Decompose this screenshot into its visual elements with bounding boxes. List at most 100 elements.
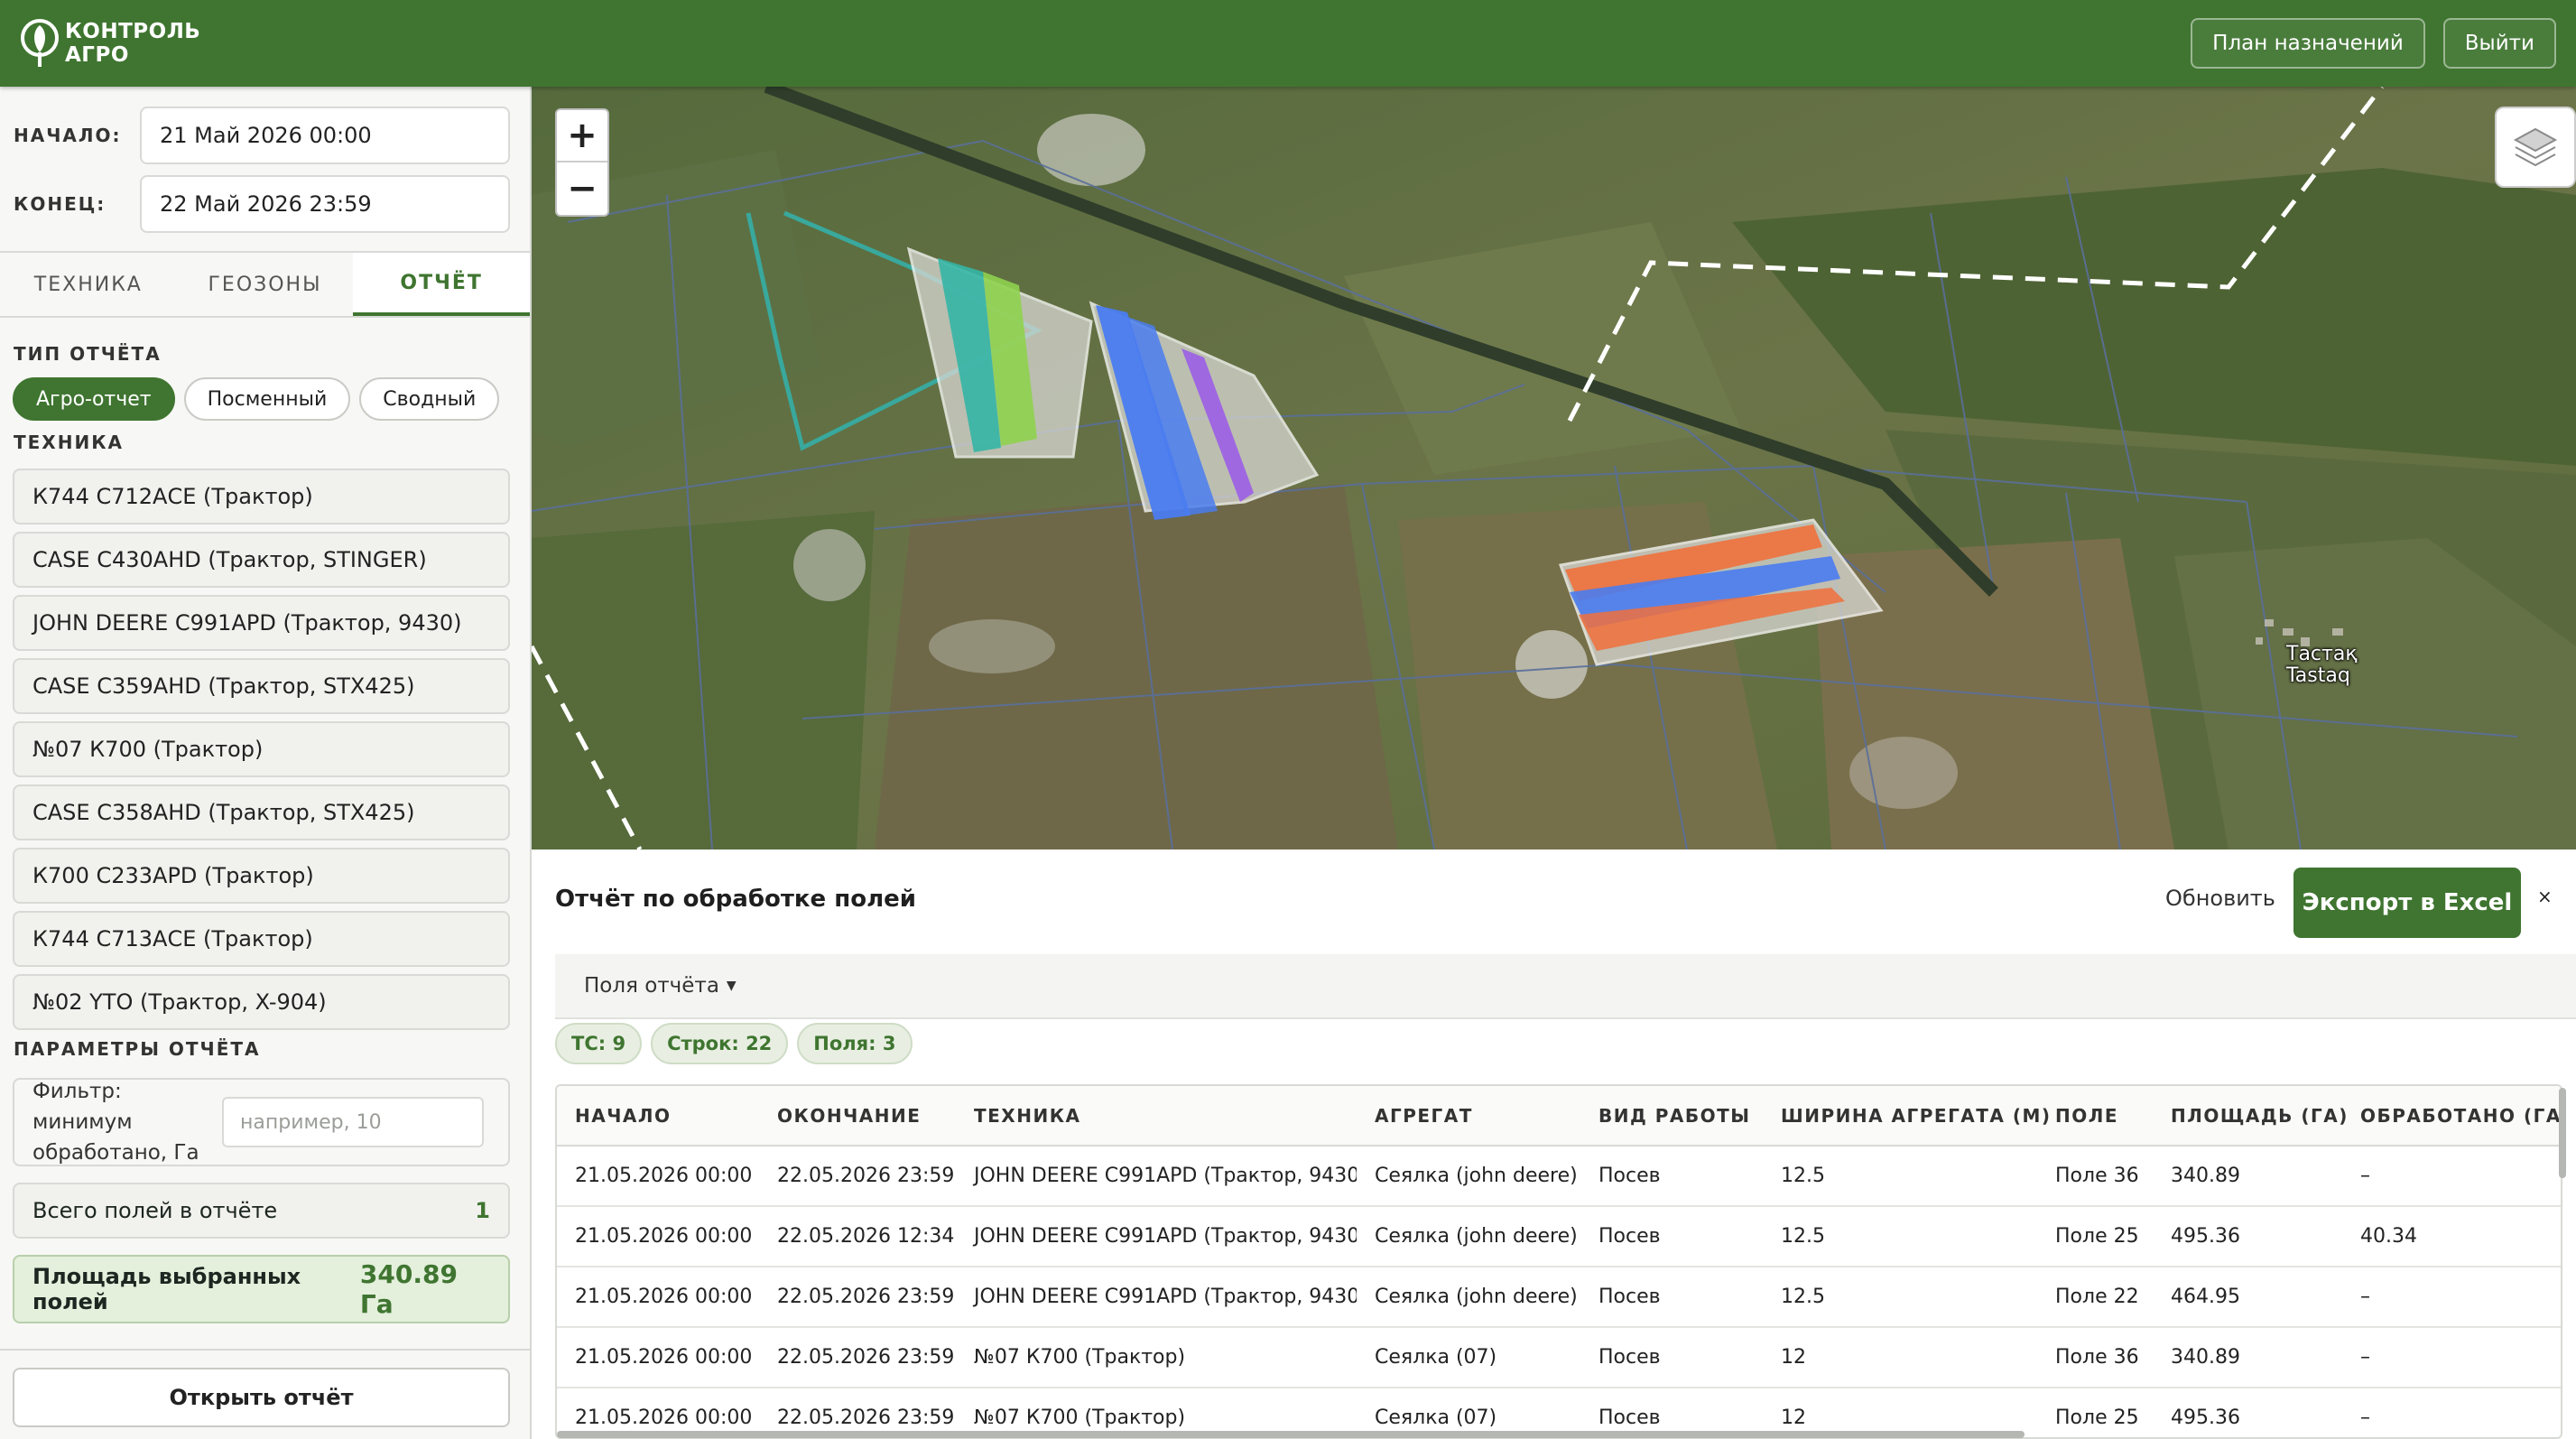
table-row[interactable]: 21.05.2026 00:00 22.05.2026 23:59 №07 К7… (557, 1327, 2561, 1388)
table-cell: Поле 36 (2037, 1146, 2153, 1207)
table-cell: – (2342, 1146, 2561, 1207)
chip-shift-report[interactable]: Посменный (183, 377, 351, 421)
total-fields-box: Всего полей в отчёте 1 (13, 1183, 510, 1239)
report-fields-dropdown[interactable]: Поля отчёта ▼ (555, 954, 2576, 1019)
vehicle-item[interactable]: №02 YTO (Трактор, X-904) (13, 974, 510, 1030)
fields-count-badge: Поля: 3 (797, 1023, 913, 1064)
column-header[interactable]: АГРЕГАТ (1357, 1086, 1580, 1147)
sidebar-divider (0, 1349, 530, 1351)
total-fields-value: 1 (475, 1198, 490, 1223)
vehicle-list: К744 С712АСЕ (Трактор) CASE C430AHD (Тра… (13, 469, 510, 1037)
end-date-label: КОНЕЦ: (14, 193, 107, 215)
table-cell: Посев (1580, 1206, 1763, 1267)
column-header[interactable]: ПОЛЕ (2037, 1086, 2153, 1147)
table-row[interactable]: 21.05.2026 00:00 22.05.2026 23:59 JOHN D… (557, 1146, 2561, 1207)
sidebar: НАЧАЛО: 21 Май 2026 00:00 КОНЕЦ: 22 Май … (0, 87, 532, 1439)
open-report-button[interactable]: Открыть отчёт (13, 1368, 510, 1427)
table-cell: 464.95 (2153, 1267, 2342, 1328)
vehicle-item[interactable]: К744 С713АСЕ (Трактор) (13, 911, 510, 967)
column-header[interactable]: ПЛОЩАДЬ (ГА) (2153, 1086, 2347, 1147)
table-cell: – (2342, 1327, 2561, 1388)
table-cell: 12.5 (1763, 1146, 2037, 1207)
total-fields-label: Всего полей в отчёте (32, 1198, 278, 1223)
table-cell: 495.36 (2153, 1388, 2342, 1437)
report-table: НАЧАЛО ОКОНЧАНИЕ ТЕХНИКА АГРЕГАТ ВИД РАБ… (557, 1086, 2561, 1437)
report-title: Отчёт по обработке полей (555, 886, 916, 913)
column-header[interactable]: ОБРАБОТАНО (ГА) (2342, 1086, 2561, 1147)
map-place-label: Тастақ Tastaq (2286, 644, 2358, 687)
column-header[interactable]: ОКОНЧАНИЕ (759, 1086, 956, 1147)
table-cell: Поле 36 (2037, 1327, 2153, 1388)
start-date-input[interactable]: 21 Май 2026 00:00 (140, 107, 510, 164)
table-cell: Сеялка (john deere) (1357, 1146, 1580, 1207)
min-processed-input[interactable] (222, 1097, 484, 1147)
table-row[interactable]: 21.05.2026 00:00 22.05.2026 23:59 JOHN D… (557, 1267, 2561, 1328)
zoom-out-button[interactable]: − (557, 162, 607, 215)
tab-vehicles[interactable]: ТЕХНИКА (0, 253, 177, 316)
table-cell: Сеялка (john deere) (1357, 1206, 1580, 1267)
plan-button[interactable]: План назначений (2191, 18, 2425, 69)
vehicle-item[interactable]: CASE C430AHD (Трактор, STINGER) (13, 532, 510, 588)
refresh-button[interactable]: Обновить (2165, 886, 2275, 911)
report-badges: ТС: 9 Строк: 22 Поля: 3 (555, 1023, 913, 1064)
vehicle-item[interactable]: К744 С712АСЕ (Трактор) (13, 469, 510, 525)
export-excel-button[interactable]: Экспорт в Excel (2293, 868, 2521, 938)
vertical-scrollbar[interactable] (2559, 1088, 2566, 1178)
selected-area-label: Площадь выбранных полей (32, 1264, 301, 1314)
chip-summary-report[interactable]: Сводный (359, 377, 500, 421)
table-cell: Поле 22 (2037, 1267, 2153, 1328)
vehicles-count-badge: ТС: 9 (555, 1023, 643, 1064)
table-cell: 21.05.2026 00:00 (557, 1206, 759, 1267)
column-header[interactable]: ШИРИНА АГРЕГАТА (М) (1763, 1086, 2050, 1147)
column-header[interactable]: НАЧАЛО (557, 1086, 759, 1147)
table-cell: 12.5 (1763, 1267, 2037, 1328)
table-cell: 21.05.2026 00:00 (557, 1327, 759, 1388)
table-cell: Сеялка (john deere) (1357, 1267, 1580, 1328)
report-type-chips: Агро-отчет Посменный Сводный (13, 377, 500, 421)
table-cell: Сеялка (07) (1357, 1327, 1580, 1388)
column-header[interactable]: ВИД РАБОТЫ (1580, 1086, 1763, 1147)
end-date-input[interactable]: 22 Май 2026 23:59 (140, 175, 510, 233)
report-params-title: ПАРАМЕТРЫ ОТЧЁТА (14, 1038, 261, 1060)
close-report-button[interactable]: × (2537, 886, 2553, 907)
vehicles-title: ТЕХНИКА (14, 432, 125, 453)
selected-area-value: 340.89 Га (359, 1259, 458, 1319)
table-cell: – (2342, 1267, 2561, 1328)
report-table-container[interactable]: НАЧАЛО ОКОНЧАНИЕ ТЕХНИКА АГРЕГАТ ВИД РАБ… (555, 1084, 2562, 1439)
satellite-map[interactable]: + − Тастақ Tastaq (532, 87, 2576, 849)
end-date-row: КОНЕЦ: 22 Май 2026 23:59 (14, 175, 510, 233)
logout-button[interactable]: Выйти (2442, 18, 2556, 69)
rows-count-badge: Строк: 22 (651, 1023, 789, 1064)
map-canvas[interactable] (532, 87, 2576, 849)
zoom-in-button[interactable]: + (557, 110, 607, 162)
table-cell: 22.05.2026 12:34 (759, 1206, 956, 1267)
selected-area-box: Площадь выбранных полей 340.89 Га (13, 1255, 510, 1323)
vehicle-item[interactable]: JOHN DEERE C991APD (Трактор, 9430) (13, 595, 510, 651)
report-fields-label: Поля отчёта (584, 974, 719, 998)
table-cell: 21.05.2026 00:00 (557, 1146, 759, 1207)
vehicle-item[interactable]: №07 К700 (Трактор) (13, 721, 510, 777)
layers-button[interactable] (2495, 107, 2576, 188)
table-cell: – (2342, 1388, 2561, 1437)
table-cell: 12.5 (1763, 1206, 2037, 1267)
vehicle-item[interactable]: К700 С233АРD (Трактор) (13, 848, 510, 904)
table-cell: Поле 25 (2037, 1206, 2153, 1267)
vehicle-item[interactable]: CASE C358AHD (Трактор, STX425) (13, 784, 510, 840)
table-row[interactable]: 21.05.2026 00:00 22.05.2026 12:34 JOHN D… (557, 1206, 2561, 1267)
tab-report[interactable]: ОТЧЁТ (353, 253, 531, 316)
start-date-label: НАЧАЛО: (14, 125, 122, 146)
vehicle-item[interactable]: CASE C359AHD (Трактор, STX425) (13, 658, 510, 714)
horizontal-scrollbar[interactable] (557, 1431, 2025, 1438)
tab-geozones[interactable]: ГЕОЗОНЫ (177, 253, 354, 316)
caret-down-icon: ▼ (726, 979, 737, 993)
table-cell: JOHN DEERE C991APD (Трактор, 9430) (956, 1146, 1357, 1207)
table-cell: 22.05.2026 23:59 (759, 1327, 956, 1388)
chip-agro-report[interactable]: Агро-отчет (13, 377, 175, 421)
table-cell: 12 (1763, 1327, 2037, 1388)
column-header[interactable]: ТЕХНИКА (956, 1086, 1357, 1147)
table-cell: 495.36 (2153, 1206, 2342, 1267)
app-logo[interactable]: КОНТРОЛЬ АГРО (20, 18, 200, 69)
logo-text: КОНТРОЛЬ АГРО (65, 20, 200, 67)
table-cell: 22.05.2026 23:59 (759, 1146, 956, 1207)
report-panel: Отчёт по обработке полей Обновить Экспор… (532, 849, 2576, 1439)
